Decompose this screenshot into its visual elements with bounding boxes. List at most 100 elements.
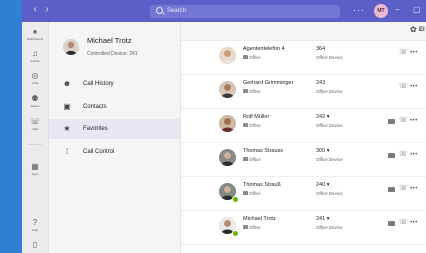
avatar xyxy=(219,115,236,132)
contact-location: Office xyxy=(243,191,261,196)
rail-item-device[interactable]: ▯ xyxy=(22,238,48,253)
call-icon[interactable]: ☏ xyxy=(399,82,408,92)
favorite-row[interactable]: Agententelefon 4 Office 364 Office Devic… xyxy=(181,40,426,75)
contact-name: Thomas Strauß xyxy=(243,182,281,188)
calls-panel: Michael Trotz Controlled Device: 241 ☻ C… xyxy=(49,22,181,253)
more-icon[interactable]: ••• xyxy=(410,218,418,228)
more-icon[interactable]: ••• xyxy=(410,116,418,126)
contact-location: Office xyxy=(243,89,261,94)
more-icon[interactable]: ••• xyxy=(410,82,418,92)
menu-item-call-history[interactable]: ☻ Call History xyxy=(49,74,180,94)
avatar xyxy=(219,47,236,64)
favorite-row[interactable]: Michael Trotz Office 241 ▾ Office Device… xyxy=(181,210,426,245)
phone-number[interactable]: 241 ▾ xyxy=(316,216,329,222)
rail-item-chat[interactable]: ◎ Chat xyxy=(22,69,48,91)
device-name: Office Device xyxy=(316,157,343,162)
gear-icon[interactable]: ✿ xyxy=(410,25,417,35)
contact-location: Office xyxy=(243,225,261,230)
menu-item-label: Favorites xyxy=(83,126,108,132)
menu-item-label: Contacts xyxy=(83,104,107,110)
user-avatar[interactable]: MT xyxy=(374,4,388,18)
bell-icon: ♠ xyxy=(32,27,38,36)
location-label: Office xyxy=(249,55,261,60)
device-name: Office Device xyxy=(316,123,343,128)
call-history-icon: ☻ xyxy=(62,79,72,88)
search-box[interactable]: Search xyxy=(150,5,340,18)
calls-icon: ☏ xyxy=(29,117,40,126)
phone-number[interactable]: 242 ▾ xyxy=(316,114,329,120)
more-options-icon[interactable]: ··· xyxy=(353,4,365,16)
person-icon xyxy=(219,149,236,166)
call-icon[interactable]: ☏ xyxy=(399,150,408,160)
phone-number[interactable]: 300 ▾ xyxy=(316,148,329,154)
device-name: Office Device xyxy=(316,191,343,196)
favorites-list: ✿ EI Agententelefon 4 Office 364 Office … xyxy=(181,22,426,253)
call-icon[interactable]: ☏ xyxy=(399,116,408,126)
header-label[interactable]: EI xyxy=(419,25,425,35)
rail-item-calls[interactable]: ☏ Calls xyxy=(22,115,48,137)
rail-item-notifications[interactable]: ♠ Notifications xyxy=(22,25,48,47)
call-icon[interactable]: ☏ xyxy=(399,184,408,194)
mail-icon[interactable] xyxy=(388,187,395,192)
phone-number[interactable]: 364 xyxy=(316,46,325,52)
menu-item-call-control[interactable]: ⁞ Call Control xyxy=(49,142,180,162)
contact-name: Michael Trotz xyxy=(243,216,276,222)
more-icon[interactable]: ••• xyxy=(410,184,418,194)
office-icon xyxy=(243,191,248,195)
contact-name: Agententelefon 4 xyxy=(243,46,285,52)
menu-item-contacts[interactable]: ▣ Contacts xyxy=(49,97,180,117)
office-icon xyxy=(243,55,248,59)
person-icon xyxy=(219,81,236,98)
mail-icon[interactable] xyxy=(388,221,395,226)
location-label: Office xyxy=(249,157,261,162)
call-icon[interactable]: ☏ xyxy=(399,218,408,228)
location-label: Office xyxy=(249,191,261,196)
call-icon[interactable]: ☏ xyxy=(399,48,408,58)
phone-number[interactable]: 243 xyxy=(316,80,325,86)
favorite-row[interactable]: Rolf Müller Office 242 ▾ Office Device ☏… xyxy=(181,108,426,143)
back-icon[interactable]: ‹ xyxy=(30,4,40,16)
favorite-row[interactable]: Thomas Strauss Office 300 ▾ Office Devic… xyxy=(181,142,426,177)
person-icon xyxy=(219,115,236,132)
controlled-device-label: Controlled Device: 241 xyxy=(87,51,138,57)
menu-item-label: Call History xyxy=(83,81,114,87)
rail-label: Apps xyxy=(31,172,39,176)
menu-item-favorites[interactable]: ★ Favorites xyxy=(49,119,180,139)
person-icon xyxy=(219,47,236,64)
rail-item-apps[interactable]: ▦ Apps xyxy=(22,160,48,182)
person-icon xyxy=(65,41,77,55)
more-icon[interactable]: ••• xyxy=(410,48,418,58)
minimize-icon[interactable]: – xyxy=(395,4,399,16)
rail-label: Notifications xyxy=(26,37,44,41)
rail-item-activity[interactable]: ♫ Activity xyxy=(22,47,48,69)
favorite-row[interactable]: Thomas Strauß Office 240 ▾ Office Device… xyxy=(181,176,426,211)
device-name: Office Device xyxy=(316,89,343,94)
office-icon xyxy=(243,123,248,127)
forward-icon[interactable]: › xyxy=(42,4,52,16)
mail-icon[interactable] xyxy=(388,119,395,124)
phone-number[interactable]: 240 ▾ xyxy=(316,182,329,188)
mobile-device-icon: ▯ xyxy=(32,240,38,249)
contact-location: Office xyxy=(243,123,261,128)
contact-name: Rolf Müller xyxy=(243,114,270,120)
location-label: Office xyxy=(249,225,261,230)
rail-label: Teams xyxy=(30,104,40,108)
apps-icon: ▦ xyxy=(31,162,39,171)
maximize-icon[interactable]: ▢ xyxy=(413,4,421,16)
contact-name: Thomas Strauss xyxy=(243,148,284,154)
office-icon xyxy=(243,157,248,161)
title-bar: ‹ › Search ··· MT – ▢ xyxy=(22,0,426,22)
contact-name: Gerhard Grimminger xyxy=(243,80,294,86)
rail-label: Chat xyxy=(31,81,39,85)
location-label: Office xyxy=(249,123,261,128)
activity-icon: ♫ xyxy=(32,49,38,58)
rail-item-help[interactable]: ? Help xyxy=(22,216,48,238)
rail-item-teams[interactable]: ⚉ Teams xyxy=(22,92,48,114)
more-icon[interactable]: ••• xyxy=(410,150,418,160)
favorite-row[interactable]: Gerhard Grimminger Office 243 Office Dev… xyxy=(181,74,426,109)
presence-available-icon xyxy=(232,196,239,203)
app-rail: ♠ Notifications ♫ Activity ◎ Chat ⚉ Team… xyxy=(22,22,49,253)
avatar xyxy=(219,149,236,166)
mail-icon[interactable] xyxy=(388,153,395,158)
presence-available-icon xyxy=(232,230,239,237)
